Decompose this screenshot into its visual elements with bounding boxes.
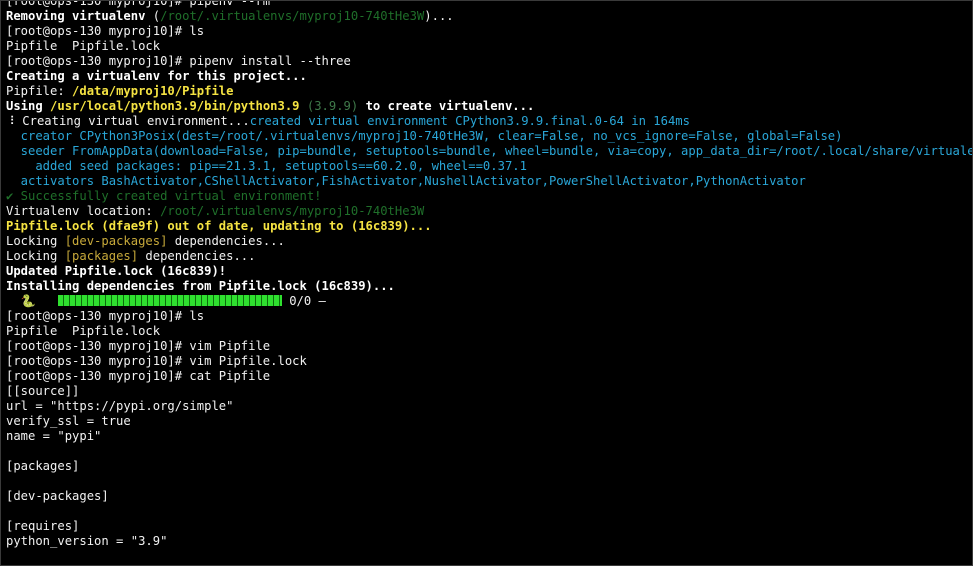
terminal-line: Virtualenv location: /root/.virtualenvs/…	[6, 204, 972, 219]
terminal-text-segment: name = "pypi"	[6, 429, 102, 443]
terminal-text-segment: to create virtualenv...	[365, 99, 535, 113]
terminal-text-segment: [dev-packages]	[6, 489, 109, 503]
terminal-line: Pipfile Pipfile.lock	[6, 324, 972, 339]
terminal-text-segment: [root@ops-130 myproj10]# vim Pipfile	[6, 339, 271, 353]
terminal-line: ✔ Successfully created virtual environme…	[6, 189, 972, 204]
terminal-line: Pipfile.lock (dfae9f) out of date, updat…	[6, 219, 972, 234]
terminal-text-segment: added seed packages: pip==21.3.1, setupt…	[6, 159, 527, 173]
terminal-text-segment: [root@ops-130 myproj10]# ls	[6, 309, 205, 323]
terminal-text-segment: /data/myproj10/Pipfile	[72, 84, 234, 98]
terminal-line: [root@ops-130 myproj10]# ls	[6, 309, 972, 324]
terminal-window[interactable]: [root@ops-130 myproj10]# pipenv --rm Remo…	[0, 0, 973, 566]
terminal-text-segment: seeder FromAppData(download=False, pip=b…	[6, 144, 972, 158]
terminal-text-segment: [root@ops-130 myproj10]# vim Pipfile.loc…	[6, 354, 307, 368]
terminal-text-segment: )...	[424, 9, 454, 23]
terminal-output: [root@ops-130 myproj10]# pipenv --rm Remo…	[6, 0, 972, 549]
terminal-line: Locking [dev-packages] dependencies...	[6, 234, 972, 249]
terminal-line: activators BashActivator,CShellActivator…	[6, 174, 972, 189]
terminal-text-segment: python_version = "3.9"	[6, 534, 168, 548]
terminal-text-segment: /root/.virtualenvs/myproj10-740tHe3W	[160, 204, 425, 218]
terminal-text-segment: creator CPython3Posix(dest=/root/.virtua…	[6, 129, 843, 143]
terminal-text-segment: 🐍	[6, 294, 58, 308]
terminal-line: [root@ops-130 myproj10]# vim Pipfile.loc…	[6, 354, 972, 369]
terminal-text-segment: ⠸ Creating virtual environment...	[6, 114, 250, 128]
terminal-line: Using /usr/local/python3.9/bin/python3.9…	[6, 99, 972, 114]
terminal-text-segment: ✔ Successfully created virtual environme…	[6, 189, 322, 203]
terminal-line: url = "https://pypi.org/simple"	[6, 399, 972, 414]
terminal-line: Pipfile Pipfile.lock	[6, 39, 972, 54]
terminal-text-segment: /root/.virtualenvs/myproj10-740tHe3W	[160, 9, 425, 23]
terminal-line: ⠸ Creating virtual environment...created…	[6, 114, 972, 129]
terminal-line: 🐍 0/0 —	[6, 294, 972, 309]
terminal-text-segment: created virtual environment CPython3.9.9…	[249, 114, 690, 128]
terminal-text-segment: [[source]]	[6, 384, 80, 398]
terminal-line: Creating a virtualenv for this project..…	[6, 69, 972, 84]
terminal-line: Removing virtualenv (/root/.virtualenvs/…	[6, 9, 972, 24]
terminal-text-segment: (3.9.9)	[299, 99, 366, 113]
terminal-line: [root@ops-130 myproj10]# ls	[6, 24, 972, 39]
terminal-text-segment: Pipfile Pipfile.lock	[6, 324, 161, 338]
terminal-text-segment: Pipfile Pipfile.lock	[6, 39, 161, 53]
terminal-text-segment: /usr/local/python3.9/bin/python3.9	[50, 99, 300, 113]
terminal-text-segment: [root@ops-130 myproj10]# ls	[6, 24, 205, 38]
terminal-text-segment: verify_ssl = true	[6, 414, 131, 428]
terminal-text-segment: Creating a virtualenv for this project..…	[6, 69, 307, 83]
terminal-text-segment: (	[145, 9, 161, 23]
terminal-text-segment: Pipfile:	[6, 84, 73, 98]
terminal-text-segment: 0/0 —	[281, 294, 326, 308]
terminal-line: [requires]	[6, 519, 972, 534]
terminal-line: [root@ops-130 myproj10]# vim Pipfile	[6, 339, 972, 354]
terminal-line: [[source]]	[6, 384, 972, 399]
terminal-text-segment: [root@ops-130 myproj10]# pipenv --rm	[6, 0, 271, 8]
terminal-text-segment: Updated Pipfile.lock (16c839)!	[6, 264, 227, 278]
terminal-text-segment: activators BashActivator,CShellActivator…	[6, 174, 806, 188]
terminal-text-segment: Removing virtualenv	[6, 9, 146, 23]
terminal-text-segment: Locking	[6, 249, 65, 263]
terminal-line: [packages]	[6, 459, 972, 474]
terminal-line: [dev-packages]	[6, 489, 972, 504]
terminal-text-segment: [packages]	[6, 459, 80, 473]
terminal-line: [root@ops-130 myproj10]# pipenv install …	[6, 54, 972, 69]
terminal-line: [root@ops-130 myproj10]# cat Pipfile	[6, 369, 972, 384]
terminal-text-segment: Installing dependencies from Pipfile.loc…	[6, 279, 395, 293]
terminal-text-segment: Virtualenv location:	[6, 204, 161, 218]
terminal-line: Installing dependencies from Pipfile.loc…	[6, 279, 972, 294]
terminal-text-segment: Using	[6, 99, 51, 113]
terminal-line: name = "pypi"	[6, 429, 972, 444]
terminal-text-segment: [root@ops-130 myproj10]# pipenv install …	[6, 54, 351, 68]
terminal-line: creator CPython3Posix(dest=/root/.virtua…	[6, 129, 972, 144]
terminal-line: seeder FromAppData(download=False, pip=b…	[6, 144, 972, 159]
terminal-text-segment: dependencies...	[167, 234, 285, 248]
terminal-text-segment: [root@ops-130 myproj10]# cat Pipfile	[6, 369, 271, 383]
terminal-line: Updated Pipfile.lock (16c839)!	[6, 264, 972, 279]
terminal-text-segment: dependencies...	[138, 249, 256, 263]
terminal-line: Locking [packages] dependencies...	[6, 249, 972, 264]
terminal-text-segment: url = "https://pypi.org/simple"	[6, 399, 234, 413]
terminal-line: added seed packages: pip==21.3.1, setupt…	[6, 159, 972, 174]
terminal-text-segment: [dev-packages]	[64, 234, 168, 248]
terminal-text-segment: [requires]	[6, 519, 80, 533]
terminal-line: python_version = "3.9"	[6, 534, 972, 549]
terminal-line: Pipfile: /data/myproj10/Pipfile	[6, 84, 972, 99]
install-progress-bar	[57, 295, 282, 306]
terminal-text-segment: Pipfile.lock (dfae9f) out of date, updat…	[6, 219, 432, 233]
terminal-line: verify_ssl = true	[6, 414, 972, 429]
terminal-text-segment: Locking	[6, 234, 65, 248]
terminal-line: [root@ops-130 myproj10]# pipenv --rm	[6, 0, 972, 9]
terminal-text-segment: [packages]	[64, 249, 139, 263]
